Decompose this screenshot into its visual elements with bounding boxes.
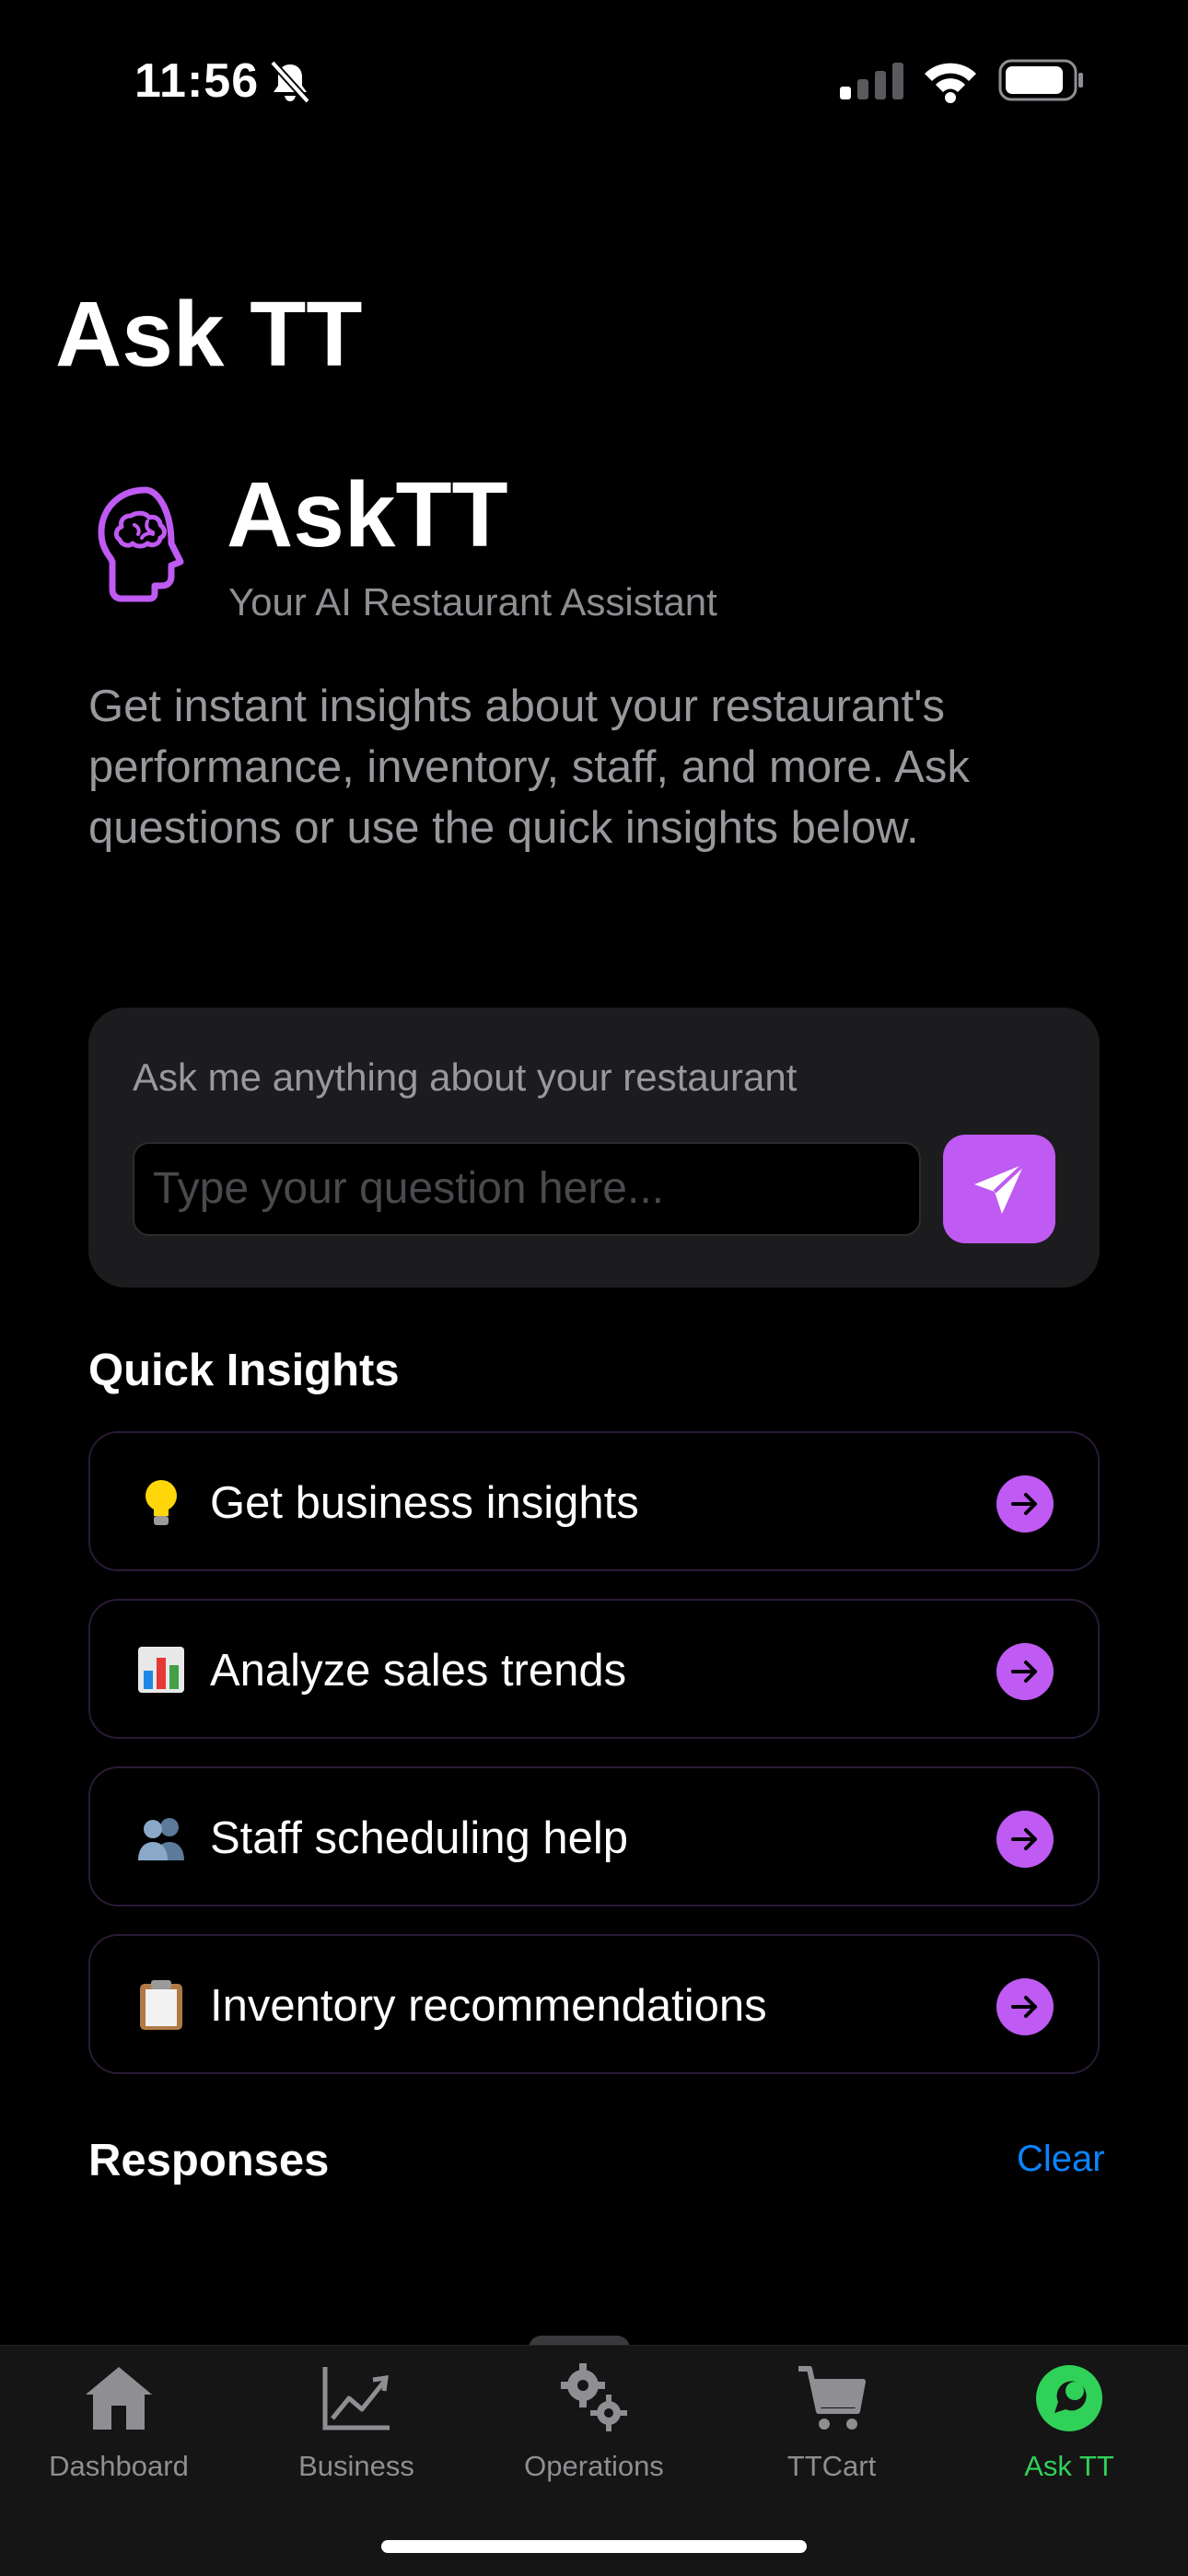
question-input-placeholder: Type your question here... bbox=[153, 1164, 664, 1213]
tab-label: Operations bbox=[524, 2450, 664, 2482]
wifi-icon bbox=[925, 63, 976, 103]
arrow-right-icon bbox=[996, 1643, 1054, 1700]
paper-plane-icon bbox=[974, 1162, 1026, 1214]
tab-ttcart[interactable]: TTCart bbox=[713, 2358, 950, 2482]
responses-title: Responses bbox=[88, 2136, 330, 2186]
insight-label: Inventory recommendations bbox=[210, 1981, 767, 2031]
brain-head-icon bbox=[98, 486, 184, 602]
status-time: 11:56 bbox=[134, 54, 260, 108]
insight-sales-trends[interactable]: Analyze sales trends bbox=[88, 1599, 1100, 1739]
house-icon bbox=[86, 2367, 152, 2430]
tab-label: Dashboard bbox=[49, 2450, 189, 2482]
tab-operations[interactable]: Operations bbox=[475, 2358, 713, 2482]
ask-label: Ask me anything about your restaurant bbox=[133, 1055, 798, 1099]
insight-business-insights[interactable]: Get business insights bbox=[88, 1431, 1100, 1571]
bell-muted-icon bbox=[270, 60, 310, 104]
insight-label: Get business insights bbox=[210, 1478, 639, 1528]
signal-icon bbox=[840, 63, 903, 99]
tab-label: TTCart bbox=[786, 2450, 877, 2482]
tab-business[interactable]: Business bbox=[238, 2358, 475, 2482]
insight-label: Staff scheduling help bbox=[210, 1813, 629, 1863]
arrow-right-icon bbox=[996, 1978, 1054, 2035]
insight-label: Analyze sales trends bbox=[210, 1646, 627, 1696]
home-indicator bbox=[381, 2540, 807, 2553]
intro-description: Get instant insights about your restaura… bbox=[88, 682, 970, 853]
brand-name: AskTT bbox=[227, 463, 508, 566]
tab-label: Ask TT bbox=[1024, 2450, 1114, 2482]
arrow-right-icon bbox=[996, 1475, 1054, 1533]
battery-icon bbox=[998, 59, 1083, 101]
tab-label: Business bbox=[298, 2450, 414, 2482]
send-button[interactable] bbox=[943, 1135, 1055, 1243]
insight-inventory[interactable]: Inventory recommendations bbox=[88, 1934, 1100, 2074]
gears-icon bbox=[561, 2363, 627, 2431]
cart-icon bbox=[798, 2366, 866, 2430]
bar-chart-icon bbox=[138, 1647, 184, 1693]
brand-subtitle: Your AI Restaurant Assistant bbox=[228, 580, 717, 624]
chat-bubble-icon bbox=[1036, 2365, 1102, 2431]
chart-line-icon bbox=[322, 2367, 390, 2430]
tab-dashboard[interactable]: Dashboard bbox=[0, 2358, 238, 2482]
quick-insights-title: Quick Insights bbox=[88, 1346, 400, 1395]
clipboard-icon bbox=[140, 1980, 182, 2030]
insight-staff-scheduling[interactable]: Staff scheduling help bbox=[88, 1766, 1100, 1906]
tab-ask-tt[interactable]: Ask TT bbox=[950, 2358, 1188, 2482]
page-title: Ask TT bbox=[55, 283, 363, 386]
clear-button[interactable]: Clear bbox=[1017, 2139, 1105, 2180]
lightbulb-icon bbox=[146, 1480, 177, 1525]
arrow-right-icon bbox=[996, 1811, 1054, 1868]
people-icon bbox=[138, 1818, 184, 1860]
